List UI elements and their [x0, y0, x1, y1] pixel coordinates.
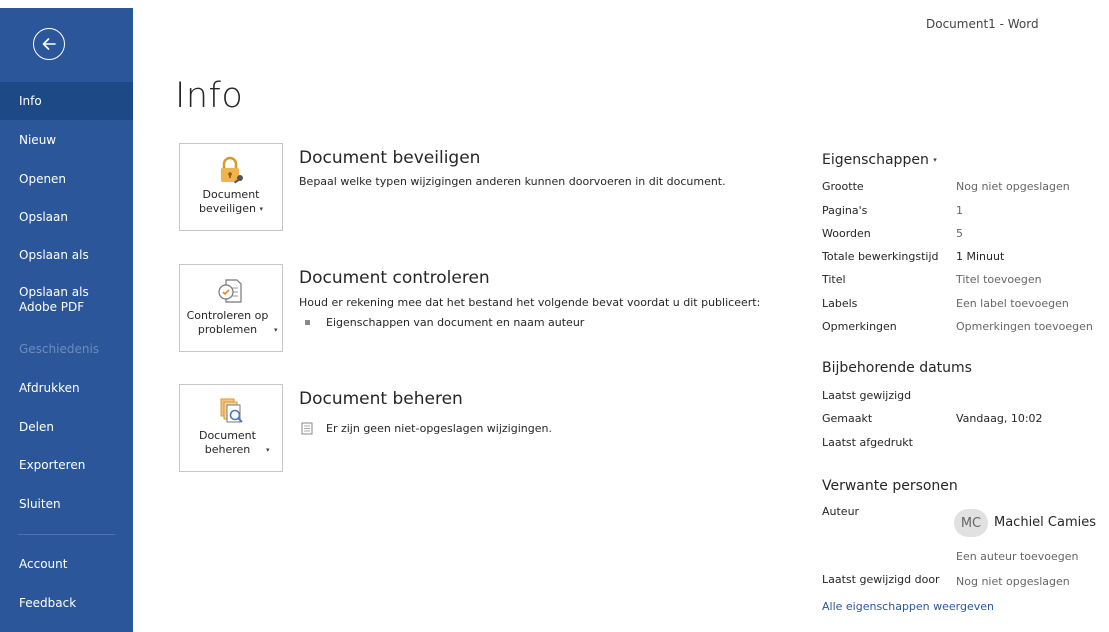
- prop-label-title: Titel: [822, 273, 846, 286]
- sidebar-item-nieuw[interactable]: Nieuw: [0, 121, 133, 159]
- page-title: Info: [175, 76, 244, 116]
- protect-document-description: Bepaal welke typen wijzigingen anderen k…: [299, 175, 726, 188]
- prop-label-tags: Labels: [822, 297, 858, 310]
- dropdown-caret-icon: ▾: [273, 326, 278, 334]
- protect-document-title: Document beveiligen: [299, 148, 481, 168]
- prop-label-size: Grootte: [822, 180, 864, 193]
- prop-value-title-input[interactable]: Titel toevoegen: [956, 273, 1042, 286]
- prop-label-words: Woorden: [822, 227, 871, 240]
- inspect-document-description: Houd er rekening mee dat het bestand het…: [299, 296, 761, 309]
- date-label-created: Gemaakt: [822, 412, 873, 425]
- check-for-issues-button[interactable]: Controleren op problemen ▾: [179, 264, 283, 352]
- sidebar-item-label: Delen: [19, 419, 54, 434]
- sidebar-item-feedback[interactable]: Feedback: [0, 584, 133, 622]
- prop-value-pages: 1: [956, 204, 963, 217]
- back-arrow-icon: [42, 38, 56, 50]
- sidebar-item-label: Nieuw: [19, 132, 57, 147]
- add-author-link[interactable]: Een auteur toevoegen: [956, 550, 1079, 563]
- sidebar-item-label: Opslaan als: [19, 247, 89, 262]
- manage-document-icon: [220, 398, 243, 423]
- sidebar-item-delen[interactable]: Delen: [0, 408, 133, 446]
- sidebar-item-afdrukken[interactable]: Afdrukken: [0, 369, 133, 407]
- prop-value-tags-input[interactable]: Een label toevoegen: [956, 297, 1069, 310]
- dropdown-caret-icon: ▾: [259, 205, 263, 213]
- sidebar-item-openen[interactable]: Openen: [0, 160, 133, 198]
- sidebar-item-geschiedenis: Geschiedenis: [0, 330, 133, 368]
- sidebar-item-label: Account: [19, 556, 68, 571]
- prop-label-pages: Pagina's: [822, 204, 868, 217]
- bullet-square-icon: [305, 320, 310, 325]
- prop-label-editing-time: Totale bewerkingstijd: [822, 250, 939, 263]
- dropdown-caret-icon: ▾: [265, 446, 270, 454]
- sidebar-item-label: Sluiten: [19, 496, 61, 511]
- tile-label: Controleren op problemen ▾: [186, 309, 278, 336]
- window-title: Document1 - Word: [926, 17, 1039, 31]
- manage-document-note: Er zijn geen niet-opgeslagen wijzigingen…: [301, 422, 552, 435]
- sidebar-item-exporteren[interactable]: Exporteren: [0, 446, 133, 484]
- sidebar-item-label: Geschiedenis: [19, 341, 100, 356]
- sidebar-item-opslaan[interactable]: Opslaan: [0, 198, 133, 236]
- sidebar-item-label: Opslaan: [19, 209, 68, 224]
- author-name[interactable]: Machiel Camies: [994, 515, 1096, 530]
- prop-label-comments: Opmerkingen: [822, 320, 897, 333]
- related-dates-heading: Bijbehorende datums: [822, 360, 972, 376]
- sidebar-item-label: Feedback: [19, 595, 77, 610]
- prop-value-size: Nog niet opgeslagen: [956, 180, 1070, 193]
- sidebar-item-label: Afdrukken: [19, 380, 80, 395]
- date-value-created: Vandaag, 10:02: [956, 412, 1043, 425]
- author-label: Auteur: [822, 505, 860, 518]
- protect-document-button[interactable]: Document beveiligen ▾: [179, 143, 283, 231]
- inspect-bullet-text: Eigenschappen van document en naam auteu…: [326, 316, 585, 329]
- sidebar-item-opslaan-als[interactable]: Opslaan als: [0, 236, 133, 274]
- sidebar-item-account[interactable]: Account: [0, 545, 133, 583]
- prop-value-words: 5: [956, 227, 963, 240]
- sidebar-item-sluiten[interactable]: Sluiten: [0, 485, 133, 523]
- manage-document-title: Document beheren: [299, 389, 463, 409]
- lock-key-icon: [221, 156, 243, 184]
- avatar[interactable]: MC: [954, 509, 988, 537]
- sidebar-item-label: Openen: [19, 171, 67, 186]
- sidebar-top-strip: [0, 0, 133, 8]
- inspect-document-title: Document controleren: [299, 268, 490, 288]
- sidebar-item-info[interactable]: Info: [0, 82, 133, 120]
- inspect-document-icon: [218, 279, 242, 303]
- backstage-sidebar: Info Nieuw Openen Opslaan Opslaan als Op…: [0, 0, 133, 632]
- document-page-icon: [301, 422, 313, 435]
- date-label-last-modified: Laatst gewijzigd: [822, 389, 912, 402]
- inspect-bullet-item: Eigenschappen van document en naam auteu…: [305, 316, 584, 329]
- prop-value-editing-time: 1 Minuut: [956, 250, 1005, 263]
- sidebar-item-label: Info: [19, 93, 42, 108]
- sidebar-item-label: Opslaan als Adobe PDF: [19, 285, 89, 314]
- show-all-properties-link[interactable]: Alle eigenschappen weergeven: [822, 600, 994, 613]
- manage-note-text: Er zijn geen niet-opgeslagen wijzigingen…: [326, 422, 552, 435]
- tile-label: Document beheren ▾: [198, 429, 270, 456]
- sidebar-item-opslaan-als-pdf[interactable]: Opslaan als Adobe PDF: [0, 278, 110, 322]
- related-people-heading: Verwante personen: [822, 478, 958, 494]
- sidebar-item-label: Exporteren: [19, 457, 86, 472]
- dropdown-caret-icon: ▾: [933, 156, 937, 164]
- date-label-last-printed: Laatst afgedrukt: [822, 436, 913, 449]
- manage-document-button[interactable]: Document beheren ▾: [179, 384, 283, 472]
- last-modified-by-label: Laatst gewijzigd door: [822, 573, 940, 586]
- properties-heading[interactable]: Eigenschappen ▾: [822, 152, 937, 168]
- last-modified-by-value: Nog niet opgeslagen: [956, 575, 1070, 588]
- back-button[interactable]: [33, 28, 65, 60]
- prop-value-comments-input[interactable]: Opmerkingen toevoegen: [956, 320, 1093, 333]
- sidebar-divider: [18, 534, 115, 535]
- tile-label: Document beveiligen ▾: [199, 188, 263, 215]
